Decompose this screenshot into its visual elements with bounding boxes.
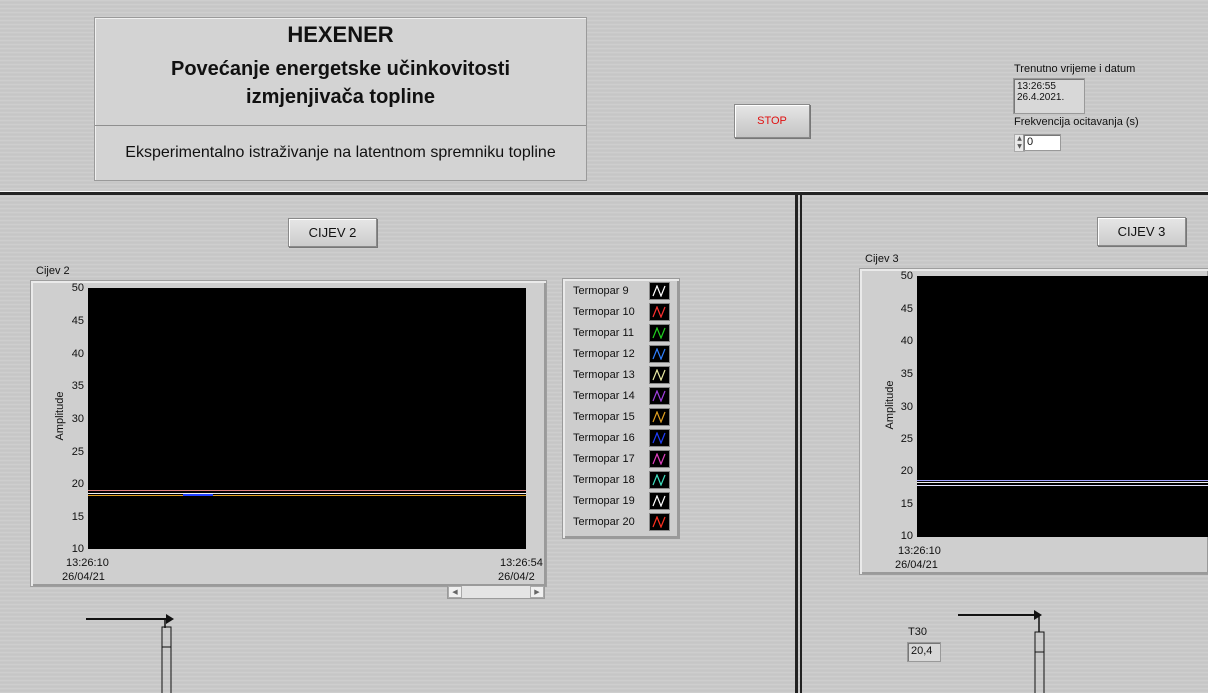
y-tick: 45 xyxy=(71,315,84,327)
legend-item[interactable]: Termopar 11 xyxy=(573,322,670,343)
y-tick: 25 xyxy=(900,433,913,445)
y-tick: 20 xyxy=(900,465,913,477)
x-start-date-cijev-2: 26/04/21 xyxy=(62,571,105,583)
series-swatch-icon xyxy=(649,281,670,300)
series-swatch-icon xyxy=(649,365,670,384)
datetime-label: Trenutno vrijeme i datum xyxy=(1014,63,1136,75)
series-swatch-icon xyxy=(649,449,670,468)
legend-item[interactable]: Termopar 19 xyxy=(573,490,670,511)
legend-item[interactable]: Termopar 14 xyxy=(573,385,670,406)
time-value: 13:26:55 xyxy=(1017,81,1056,92)
scroll-right-icon[interactable]: ▶ xyxy=(530,586,544,598)
x-end-date-cijev-2: 26/04/2 xyxy=(498,571,535,583)
y-tick: 15 xyxy=(900,498,913,510)
t30-indicator: 20,4 xyxy=(907,642,941,662)
app-subtitle-line2: izmjenjivača topline xyxy=(246,86,435,108)
legend-item[interactable]: Termopar 15 xyxy=(573,406,670,427)
x-start-time-cijev-3: 13:26:10 xyxy=(898,545,941,557)
header-panel: HEXENER Povećanje energetske učinkovitos… xyxy=(94,17,587,181)
pipe-diagram-cijev-2 xyxy=(86,614,174,693)
plot-legend-cijev-2: Termopar 9 Termopar 10 Termopar 11 Termo… xyxy=(562,278,680,539)
y-tick: 30 xyxy=(71,413,84,425)
frequency-label: Frekvencija ocitavanja (s) xyxy=(1014,116,1139,128)
pipe-diagram-cijev-3 xyxy=(958,610,1045,693)
y-tick: 40 xyxy=(71,348,84,360)
y-tick: 35 xyxy=(900,368,913,380)
y-tick: 50 xyxy=(71,282,84,294)
scroll-left-icon[interactable]: ◀ xyxy=(448,586,462,598)
legend-item[interactable]: Termopar 18 xyxy=(573,469,670,490)
plot-trace xyxy=(88,493,526,494)
series-swatch-icon xyxy=(649,302,670,321)
y-tick: 10 xyxy=(900,530,913,542)
tab-cijev-3[interactable]: CIJEV 3 xyxy=(1097,217,1186,246)
plot-trace xyxy=(917,480,1208,481)
app-title: HEXENER xyxy=(287,22,394,47)
legend-item[interactable]: Termopar 16 xyxy=(573,427,670,448)
horizontal-divider xyxy=(0,191,1208,195)
series-swatch-icon xyxy=(649,512,670,531)
app-description: Eksperimentalno istraživanje na latentno… xyxy=(125,144,556,161)
graph-scrollbar-cijev-2[interactable]: ◀ ▶ xyxy=(447,585,545,599)
t30-label: T30 xyxy=(908,626,927,638)
plot-trace xyxy=(88,490,526,491)
plot-trace xyxy=(88,495,526,496)
series-swatch-icon xyxy=(649,386,670,405)
y-axis-ticks-cijev-3: 50 45 40 35 30 25 20 15 10 xyxy=(890,268,917,544)
series-swatch-icon xyxy=(649,323,670,342)
y-tick: 50 xyxy=(900,270,913,282)
app-subtitle-line1: Povećanje energetske učinkovitosti xyxy=(170,58,511,80)
legend-item[interactable]: Termopar 10 xyxy=(573,301,670,322)
plot-area-cijev-3[interactable] xyxy=(917,276,1208,537)
date-value: 26.4.2021. xyxy=(1017,92,1065,103)
graph-label-cijev-2: Cijev 2 xyxy=(36,265,70,277)
plot-area-cijev-2[interactable] xyxy=(88,288,526,549)
series-swatch-icon xyxy=(649,407,670,426)
x-end-time-cijev-2: 13:26:54 xyxy=(500,557,543,569)
y-tick: 15 xyxy=(71,511,84,523)
legend-item[interactable]: Termopar 20 xyxy=(573,511,670,532)
legend-item[interactable]: Termopar 12 xyxy=(573,343,670,364)
series-swatch-icon xyxy=(649,491,670,510)
plot-trace xyxy=(917,485,1208,486)
plot-trace xyxy=(183,494,213,496)
frequency-input[interactable]: 0 xyxy=(1023,134,1061,151)
x-start-date-cijev-3: 26/04/21 xyxy=(895,559,938,571)
y-tick: 40 xyxy=(900,335,913,347)
legend-item[interactable]: Termopar 13 xyxy=(573,364,670,385)
header-divider xyxy=(95,125,586,126)
legend-item[interactable]: Termopar 9 xyxy=(573,280,670,301)
graph-label-cijev-3: Cijev 3 xyxy=(865,253,899,265)
datetime-indicator: 13:26:55 26.4.2021. xyxy=(1013,78,1085,114)
x-start-time-cijev-2: 13:26:10 xyxy=(66,557,109,569)
series-swatch-icon xyxy=(649,470,670,489)
stop-button[interactable]: STOP xyxy=(734,104,810,138)
plot-trace xyxy=(917,482,1208,483)
legend-item[interactable]: Termopar 17 xyxy=(573,448,670,469)
tab-cijev-2[interactable]: CIJEV 2 xyxy=(288,218,377,247)
y-tick: 25 xyxy=(71,446,84,458)
y-axis-ticks-cijev-2: 50 45 40 35 30 25 20 15 10 xyxy=(62,280,88,556)
y-tick: 35 xyxy=(71,380,84,392)
series-swatch-icon xyxy=(649,428,670,447)
series-swatch-icon xyxy=(649,344,670,363)
vertical-divider xyxy=(795,195,798,693)
y-tick: 30 xyxy=(900,401,913,413)
vertical-divider-inner xyxy=(800,195,802,693)
y-tick: 45 xyxy=(900,303,913,315)
y-tick: 20 xyxy=(71,478,84,490)
y-tick: 10 xyxy=(71,543,84,555)
